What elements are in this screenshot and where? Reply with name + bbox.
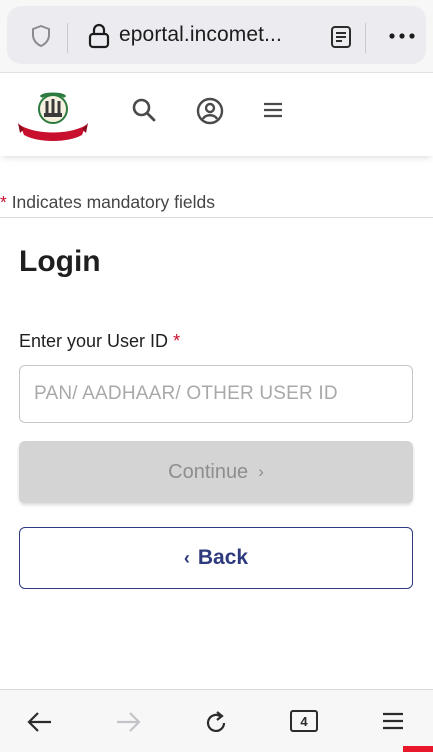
reader-icon[interactable]: [330, 25, 352, 49]
menu-icon[interactable]: [261, 100, 285, 120]
user-id-input[interactable]: [19, 365, 413, 423]
browser-bottom-toolbar: 4: [0, 689, 433, 752]
chevron-right-icon: ›: [258, 462, 264, 481]
hamburger-icon[interactable]: [381, 710, 405, 732]
back-button[interactable]: ‹ Back: [19, 527, 413, 589]
chevron-left-icon: ‹: [183, 547, 190, 568]
page-title: Login: [19, 245, 101, 278]
user-id-label: Enter your User ID *: [19, 331, 180, 352]
mandatory-note: * Indicates mandatory fields: [0, 192, 215, 213]
reload-icon[interactable]: [203, 710, 229, 736]
required-star: *: [173, 331, 181, 351]
shield-icon[interactable]: [29, 24, 53, 48]
lock-icon: [88, 23, 110, 49]
continue-button[interactable]: Continue ›: [19, 441, 413, 503]
logo[interactable]: [16, 89, 90, 143]
continue-label: Continue: [168, 460, 249, 483]
browser-top-bar: eportal.incomet...: [0, 0, 433, 72]
divider: [67, 23, 68, 53]
back-label: Back: [197, 546, 249, 569]
user-id-label-text: Enter your User ID: [19, 331, 169, 351]
tabs-icon[interactable]: 4: [290, 710, 318, 732]
forward-arrow-icon: [117, 712, 141, 732]
section-divider: [0, 217, 433, 218]
divider: [365, 23, 366, 53]
search-icon[interactable]: [131, 97, 157, 123]
red-corner: [403, 746, 433, 752]
required-star: *: [0, 192, 7, 212]
url-text[interactable]: eportal.incomet...: [119, 23, 282, 47]
back-arrow-icon[interactable]: [26, 710, 54, 734]
site-header: [0, 72, 433, 156]
more-icon[interactable]: [387, 30, 417, 42]
mandatory-text: Indicates mandatory fields: [11, 192, 215, 212]
profile-icon[interactable]: [196, 97, 224, 125]
address-bar[interactable]: eportal.incomet...: [7, 6, 426, 64]
